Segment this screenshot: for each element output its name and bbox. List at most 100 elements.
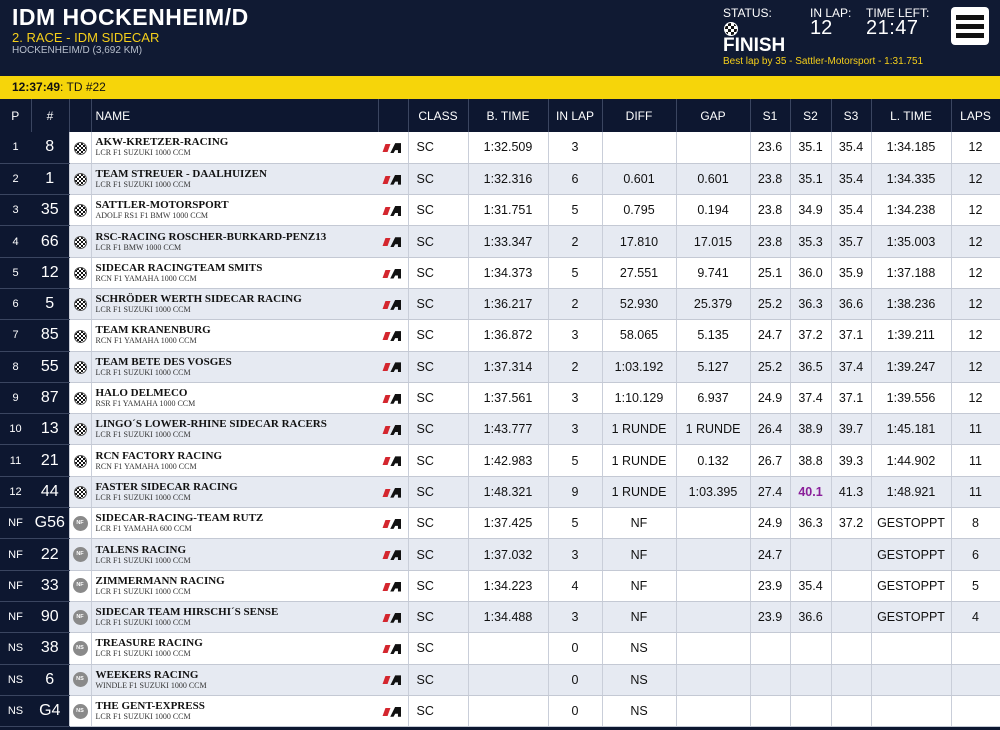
table-row[interactable]: NF G56 NF SIDECAR-RACING-TEAM RUTZ LCR F1 YA… (0, 507, 1000, 540)
table-row[interactable]: 3 35 SATTLER-MOTORSPORT ADOLF RS1 F1 BMW 10… (0, 194, 1000, 227)
table-row[interactable]: NF 90 NF SIDECAR TEAM HIRSCHI´S SENSE LCR F1… (0, 601, 1000, 634)
diff-cell: 0.795 (602, 194, 677, 227)
best-time-cell: 1:32.509 (468, 132, 549, 164)
team-name: SIDECAR-RACING-TEAM RUTZ (95, 512, 264, 525)
brand-cell (378, 413, 409, 446)
table-row[interactable]: 9 87 HALO DELMECO RSR F1 YAMAHA 1000 CCM SC 1… (0, 382, 1000, 415)
s2-cell: 36.0 (790, 257, 832, 289)
last-time-cell: 1:34.238 (871, 194, 952, 227)
in-lap-cell: 2 (548, 288, 603, 321)
table-row[interactable]: 8 55 TEAM BETE DES VOSGES LCR F1 SUZUKI 100… (0, 351, 1000, 383)
s1-cell: 26.7 (750, 444, 791, 477)
s2-cell: 38.8 (790, 444, 832, 477)
col-header-diff[interactable]: DIFF (602, 99, 677, 132)
bike-info: LCR F1 SUZUKI 1000 CCM (95, 649, 191, 659)
number-cell: 55 (31, 351, 70, 383)
name-cell: LINGO´S LOWER-RHINE SIDECAR RACERS LCR F1… (91, 413, 378, 446)
col-header-s1[interactable]: S1 (750, 99, 791, 132)
status-badge: NF (72, 515, 88, 531)
position-cell: 8 (0, 351, 31, 383)
table-row[interactable]: 4 66 RSC-RACING ROSCHER-BURKARD-PENZ13 LCR … (0, 225, 1000, 258)
s1-cell: 25.2 (750, 288, 791, 321)
laps-cell: 12 (951, 319, 1000, 352)
col-header-in-lap[interactable]: IN LAP (548, 99, 603, 132)
checkered-flag-icon (73, 329, 87, 343)
laps-cell: 12 (951, 194, 1000, 227)
best-time-cell (468, 664, 549, 696)
diff-cell (602, 132, 677, 164)
table-row[interactable]: 11 21 RCN FACTORY RACING RCN F1 YAMAHA 1000… (0, 444, 1000, 477)
table-row[interactable]: NS 38 NS TREASURE RACING LCR F1 SUZUKI 1000 … (0, 632, 1000, 665)
best-time-cell: 1:34.223 (468, 570, 549, 602)
col-header-last-time[interactable]: L. TIME (871, 99, 952, 132)
s2-cell: 35.1 (790, 132, 832, 164)
col-header-pos[interactable]: P (0, 99, 32, 132)
table-row[interactable]: 5 12 SIDECAR RACINGTEAM SMITS RCN F1 YAMAHA… (0, 257, 1000, 289)
bike-info: LCR F1 SUZUKI 1000 CCM (95, 618, 191, 628)
table-row[interactable]: 10 13 LINGO´S LOWER-RHINE SIDECAR RACERS LC… (0, 413, 1000, 446)
in-lap-cell: 3 (548, 601, 603, 634)
col-header-s3[interactable]: S3 (831, 99, 872, 132)
table-row[interactable]: 1 8 AKW-KRETZER-RACING LCR F1 SUZUKI 1000 C… (0, 132, 1000, 164)
status-cell (69, 413, 92, 446)
col-header-class[interactable]: CLASS (408, 99, 469, 132)
gap-cell: 6.937 (676, 382, 751, 415)
checkered-flag-icon (73, 392, 87, 406)
name-cell: SATTLER-MOTORSPORT ADOLF RS1 F1 BMW 1000 … (91, 194, 378, 227)
table-row[interactable]: NS G4 NS THE GENT-EXPRESS LCR F1 SUZUKI 1000… (0, 695, 1000, 728)
s3-cell (831, 538, 872, 571)
team-name: RCN FACTORY RACING (95, 449, 223, 462)
brand-cell (378, 225, 409, 258)
s2-cell (790, 695, 832, 728)
col-header-number[interactable]: # (31, 99, 70, 132)
gap-cell: 17.015 (676, 225, 751, 258)
status-badge: NF (72, 578, 88, 594)
bike-info: LCR F1 SUZUKI 1000 CCM (95, 430, 191, 440)
hamburger-menu-icon[interactable] (951, 7, 989, 45)
gap-cell (676, 570, 751, 602)
gap-cell: 5.127 (676, 351, 751, 383)
s2-cell: 37.2 (790, 319, 832, 352)
number-cell: 1 (31, 163, 70, 196)
team-name: TREASURE RACING (95, 637, 203, 650)
table-row[interactable]: 2 1 TEAM STREUER - DAALHUIZEN LCR F1 SUZUKI… (0, 163, 1000, 196)
position-cell: NS (0, 632, 31, 665)
col-header-name[interactable]: NAME (91, 99, 379, 132)
laps-cell: 12 (951, 132, 1000, 164)
s1-cell: 27.4 (750, 476, 791, 509)
number-cell: 12 (31, 257, 70, 289)
class-cell: SC (408, 664, 469, 696)
in-lap-cell: 2 (548, 225, 603, 258)
brand-cell (378, 382, 409, 415)
col-header-laps[interactable]: LAPS (951, 99, 1000, 132)
last-time-cell: GESTOPPT (871, 570, 952, 602)
position-cell: NS (0, 695, 31, 728)
gap-cell (676, 507, 751, 540)
diff-cell: NS (602, 695, 677, 728)
status-cell: NS (69, 632, 92, 665)
class-cell: SC (408, 163, 469, 196)
gap-cell: 1:03.395 (676, 476, 751, 509)
last-time-cell: 1:39.247 (871, 351, 952, 383)
in-lap-cell: 3 (548, 413, 603, 446)
table-row[interactable]: NF 33 NF ZIMMERMANN RACING LCR F1 SUZUKI 100… (0, 570, 1000, 602)
inlap-value: 12 (810, 17, 833, 39)
track-info: HOCKENHEIM/D (3,692 KM) (12, 45, 143, 56)
diff-cell: NS (602, 664, 677, 696)
s1-cell (750, 664, 791, 696)
brand-logo-icon (382, 456, 402, 467)
col-header-s2[interactable]: S2 (790, 99, 832, 132)
table-row[interactable]: NS 6 NS WEEKERS RACING WINDLE F1 SUZUKI 1000… (0, 664, 1000, 696)
s3-cell (831, 664, 872, 696)
col-header-best-time[interactable]: B. TIME (468, 99, 549, 132)
table-row[interactable]: 12 44 FASTER SIDECAR RACING LCR F1 SUZUKI 1… (0, 476, 1000, 509)
team-name: WEEKERS RACING (95, 668, 199, 681)
table-row[interactable]: NF 22 NF TALENS RACING LCR F1 SUZUKI 1000 CC… (0, 538, 1000, 571)
class-cell: SC (408, 632, 469, 665)
table-row[interactable]: 7 85 TEAM KRANENBURG RCN F1 YAMAHA 1000 CCM… (0, 319, 1000, 352)
diff-cell: 1 RUNDE (602, 476, 677, 509)
brand-cell (378, 319, 409, 352)
col-header-gap[interactable]: GAP (676, 99, 751, 132)
table-row[interactable]: 6 5 SCHRÖDER WERTH SIDECAR RACING LCR F1 SU… (0, 288, 1000, 321)
s2-cell: 36.5 (790, 351, 832, 383)
